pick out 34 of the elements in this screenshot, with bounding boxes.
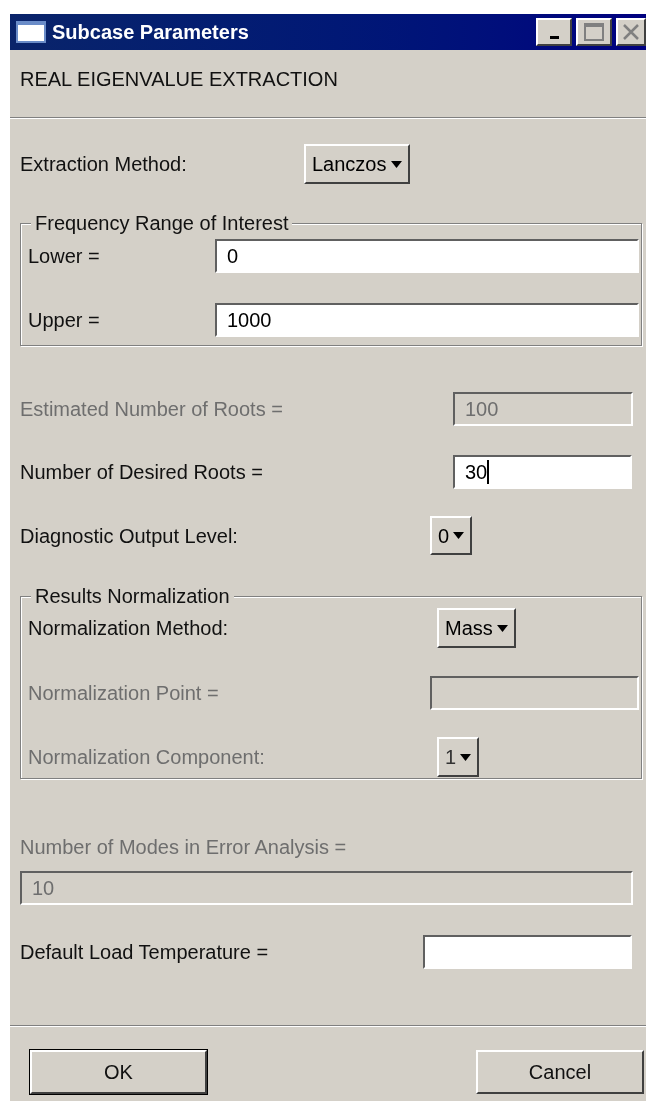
input-field[interactable]: 1000	[215, 303, 639, 337]
minimize-icon	[549, 35, 559, 39]
minimize-button[interactable]	[536, 18, 572, 46]
dialog-button[interactable]: Cancel	[476, 1050, 644, 1094]
dropdown-button[interactable]: 0	[430, 516, 473, 555]
dialog-button[interactable]: OK	[30, 1050, 207, 1094]
caret-icon	[453, 532, 465, 539]
input-field[interactable]: 0	[215, 239, 639, 273]
window-icon	[16, 21, 46, 43]
field-label: Number of Desired Roots =	[20, 460, 264, 485]
close-icon	[622, 23, 640, 41]
window-title: Subcase Parameters	[52, 20, 250, 45]
maximize-icon	[584, 23, 604, 41]
field-label: Diagnostic Output Level:	[20, 523, 239, 549]
close-button[interactable]	[616, 18, 646, 46]
dropdown-button[interactable]: Lanczos	[304, 144, 410, 184]
caret-icon	[496, 624, 508, 632]
field-label: Estimated Number of Roots =	[20, 397, 284, 422]
field-label: Number of Modes in Error Analysis =	[20, 835, 348, 860]
maximize-button[interactable]	[576, 18, 612, 46]
field-label: Normalization Point =	[28, 681, 220, 706]
input-field[interactable]: 30	[453, 455, 632, 489]
field-label: Normalization Method:	[28, 616, 230, 641]
field-label: Normalization Component:	[28, 745, 266, 770]
input-field[interactable]	[423, 935, 632, 969]
field-label: Upper =	[28, 308, 101, 333]
field-label: Lower =	[28, 244, 101, 269]
field-label: Default Load Temperature =	[20, 940, 270, 965]
dialog-heading: REAL EIGENVALUE EXTRACTION	[19, 67, 339, 92]
caret-icon	[390, 160, 402, 168]
field-label: Extraction Method:	[20, 152, 188, 177]
dropdown-button[interactable]: Mass	[437, 608, 516, 648]
caret-icon	[460, 753, 472, 761]
text-cursor	[487, 460, 490, 484]
